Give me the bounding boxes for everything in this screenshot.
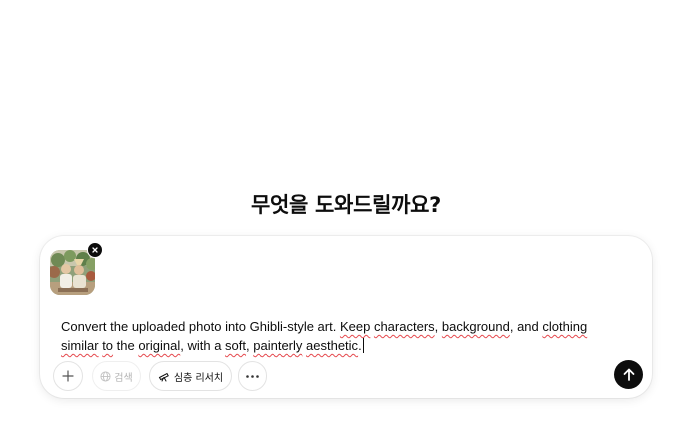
prompt-text: , and [509, 319, 543, 334]
image-thumbnail [50, 250, 95, 295]
spellcheck-word: painterly [253, 338, 303, 353]
ellipsis-icon [246, 374, 259, 378]
prompt-text: . [358, 338, 362, 353]
search-button[interactable]: 검색 [92, 361, 141, 391]
spellcheck-word: aesthetic [306, 338, 359, 353]
spellcheck-word: to [102, 338, 114, 353]
remove-attachment-button[interactable] [87, 242, 103, 258]
globe-icon [100, 370, 111, 382]
telescope-icon [158, 372, 169, 382]
prompt-text: , [434, 319, 442, 334]
spellcheck-word: similar [61, 338, 99, 353]
spellcheck-word: Keep [339, 319, 371, 334]
close-icon [92, 247, 98, 253]
deep-research-button[interactable]: 심층 리서치 [149, 361, 232, 391]
spellcheck-word: characters [373, 319, 435, 334]
spellcheck-word: clothing [542, 319, 588, 334]
prompt-input[interactable]: Convert the uploaded photo into Ghibli-s… [61, 317, 621, 355]
spellcheck-word: original [138, 338, 181, 353]
spellcheck-word: soft [225, 338, 247, 353]
page-title: 무엇을 도와드릴까요? [250, 193, 442, 217]
image-attachment[interactable] [50, 242, 103, 295]
prompt-text: the [113, 338, 139, 353]
spellcheck-word: background [441, 319, 510, 334]
prompt-composer[interactable]: Convert the uploaded photo into Ghibli-s… [40, 236, 652, 398]
send-button[interactable] [614, 360, 643, 389]
more-options-button[interactable] [238, 361, 267, 391]
prompt-text: Convert the uploaded photo into Ghibli-s… [61, 319, 340, 334]
chat-home: 무엇을 도와드릴까요? Convert the uploaded photo i… [0, 0, 679, 443]
search-label: 검색 [114, 372, 133, 384]
arrow-up-icon [623, 368, 634, 381]
deep-research-label: 심층 리서치 [173, 372, 224, 384]
text-caret [362, 338, 364, 353]
add-attachment-button[interactable] [53, 361, 83, 391]
prompt-text: , with a [180, 338, 226, 353]
plus-icon [62, 370, 74, 382]
